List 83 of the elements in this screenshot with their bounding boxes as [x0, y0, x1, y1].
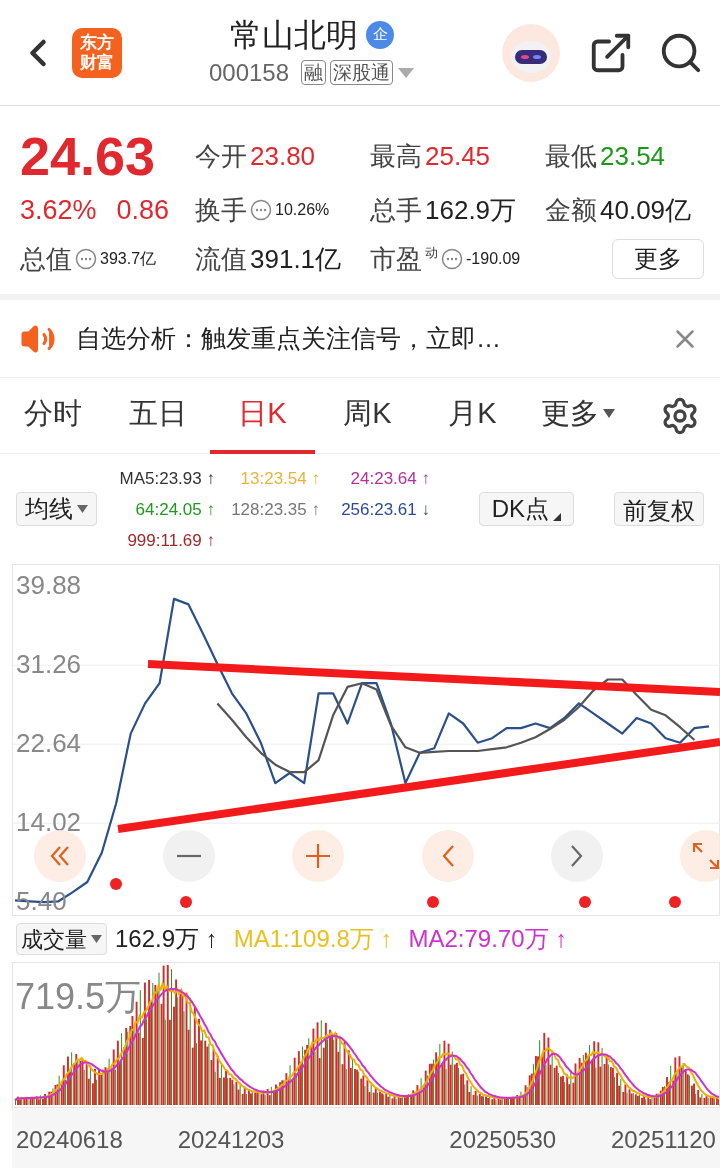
- more-button[interactable]: 更多: [612, 239, 704, 279]
- volume-selector[interactable]: 成交量: [16, 923, 107, 955]
- enterprise-badge: 企: [366, 20, 394, 49]
- volume-value: 162.9万 ↑: [115, 924, 218, 954]
- dk-point-button[interactable]: DK点: [478, 492, 574, 526]
- date-axis-label: 20251120: [610, 1125, 716, 1155]
- stat-label: 总值: [20, 242, 72, 276]
- more-info-icon[interactable]: [441, 248, 463, 270]
- ma-value: 128:23.35 ↑: [231, 500, 320, 518]
- volume-ma-value: MA2:79.70万 ↑: [408, 924, 568, 954]
- price-axis-label: 14.02: [16, 809, 82, 836]
- change-percent: 3.62%: [20, 193, 97, 227]
- signal-dot: [669, 896, 681, 908]
- signal-dot: [579, 896, 591, 908]
- previous-button[interactable]: [421, 830, 474, 882]
- stat-value: 391.1亿: [250, 246, 342, 272]
- stat-label: 换手: [195, 197, 247, 223]
- ma-value: 13:23.54 ↑: [240, 469, 320, 487]
- dropdown-caret-icon[interactable]: [397, 66, 416, 79]
- dropdown-caret-icon: [91, 935, 102, 943]
- date-axis-label: 20240618: [16, 1125, 123, 1155]
- stock-tag: 融: [301, 59, 327, 86]
- ma-value: 24:23.64 ↑: [350, 469, 430, 487]
- ma-value: 999:11.69 ↑: [127, 531, 215, 549]
- current-price: 24.63: [20, 129, 157, 183]
- chevron-right-icon: [570, 845, 583, 867]
- volume-ma-value: MA1:109.8万 ↑: [233, 924, 393, 954]
- fullscreen-button[interactable]: [679, 830, 720, 882]
- date-axis-label: 20250530: [449, 1125, 557, 1155]
- signal-dot: [427, 896, 439, 908]
- expand-icon: [692, 843, 719, 869]
- scroll-start-button[interactable]: [34, 830, 86, 882]
- dropdown-caret-icon: [77, 505, 88, 513]
- stat-label: 金额: [545, 197, 597, 223]
- dropdown-caret-icon: [602, 409, 615, 418]
- stat-label: 流值: [195, 246, 247, 272]
- price-axis-label: 39.88: [16, 572, 82, 599]
- stock-name: 常山北明: [230, 15, 358, 55]
- chart-tab[interactable]: 更多: [525, 377, 630, 454]
- minus-icon: [177, 854, 202, 858]
- stock-code: 000158: [208, 57, 290, 88]
- stat-value: 10.26%: [275, 202, 330, 218]
- stat-value: 23.80: [250, 143, 316, 169]
- zoom-in-button[interactable]: [292, 830, 345, 882]
- ma-selector[interactable]: 均线: [16, 492, 97, 526]
- volume-max-label: 719.5万: [15, 979, 142, 1015]
- stat-label: 最高: [370, 143, 422, 169]
- chart-tab[interactable]: 日K: [210, 377, 315, 454]
- stock-tag: 深股通: [330, 59, 394, 86]
- stat-value: -190.09: [466, 251, 521, 267]
- chart-tab[interactable]: 月K: [420, 377, 525, 454]
- price-adjust-button[interactable]: 前复权: [614, 492, 704, 526]
- stat-value: 40.09亿: [600, 197, 692, 223]
- notice-text[interactable]: 自选分析：触发重点关注信号，立即…: [76, 319, 670, 358]
- signal-dot: [180, 896, 192, 908]
- stat-value: 393.7亿: [100, 249, 157, 269]
- price-axis-label: 22.64: [16, 730, 82, 757]
- chevron-left-icon: [441, 845, 454, 867]
- stat-label: 今开: [195, 143, 247, 169]
- ma-value: 64:24.05 ↑: [135, 500, 215, 518]
- stat-value: 23.54: [600, 143, 666, 169]
- date-axis-label: 20241203: [177, 1125, 285, 1155]
- stat-label: 最低: [545, 143, 597, 169]
- more-info-icon[interactable]: [75, 248, 97, 270]
- stat-value: 25.45: [425, 143, 491, 169]
- stat-label: 总手: [370, 197, 422, 223]
- signal-dot: [110, 878, 122, 890]
- ma-value: 256:23.61 ↓: [341, 500, 430, 518]
- robot-avatar-icon[interactable]: [502, 23, 560, 82]
- corner-caret-icon: [553, 513, 561, 521]
- price-change: 0.86: [116, 193, 170, 227]
- settings-icon[interactable]: [660, 395, 700, 436]
- stat-label-superscript: 动: [425, 246, 438, 259]
- chart-tab[interactable]: 周K: [315, 377, 420, 454]
- double-chevron-left-icon: [50, 846, 70, 866]
- chart-tab[interactable]: 五日: [105, 377, 210, 454]
- chart-tab[interactable]: 分时: [0, 377, 105, 454]
- plus-icon: [306, 844, 331, 868]
- stat-label: 市盈: [370, 246, 422, 272]
- price-axis-label: 31.26: [16, 651, 82, 678]
- more-info-icon[interactable]: [250, 199, 272, 221]
- stat-value: 162.9万: [425, 197, 517, 223]
- ma-value: MA5:23.93 ↑: [119, 469, 215, 487]
